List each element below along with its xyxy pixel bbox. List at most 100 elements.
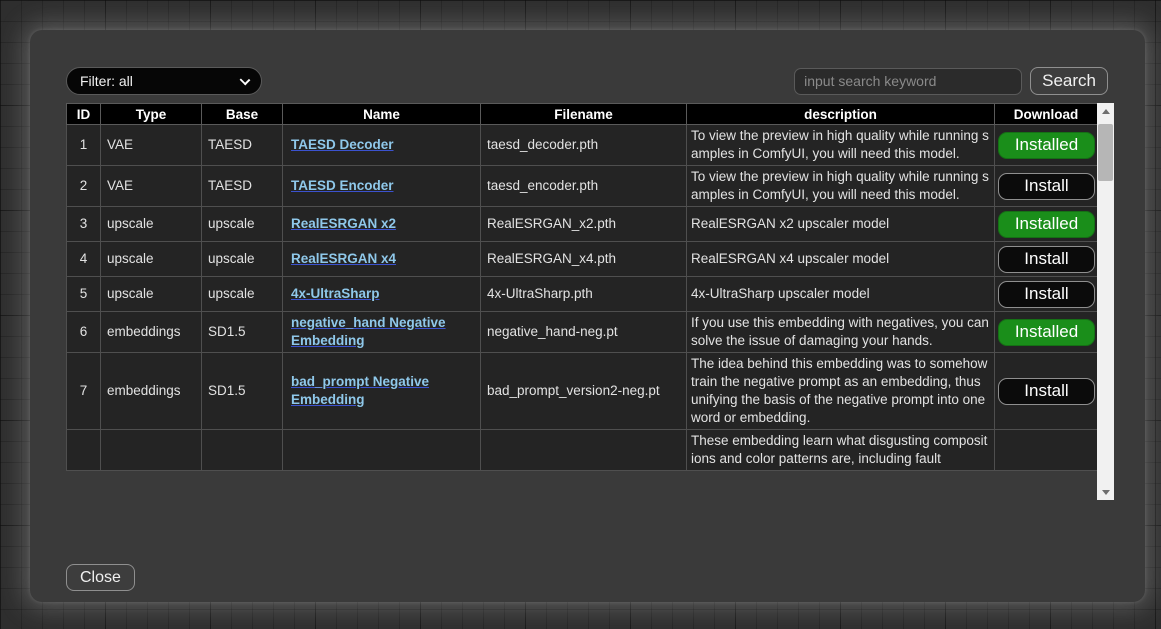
install-button[interactable]: Install [998,378,1095,405]
cell-type [101,430,202,471]
cell-desc: To view the preview in high quality whil… [687,166,995,207]
table-row: 6embeddingsSD1.5negative_hand Negative E… [67,312,1098,353]
cell-name: TAESD Encoder [283,166,481,207]
cell-id: 3 [67,207,101,242]
model-name-link[interactable]: RealESRGAN x4 [291,251,396,266]
column-header-filename: Filename [481,104,687,125]
search-group: Search [794,67,1108,95]
scrollbar-track[interactable] [1097,119,1114,484]
models-table: IDTypeBaseNameFilenamedescriptionDownloa… [66,103,1098,471]
cell-download: Install [995,353,1098,430]
installed-button[interactable]: Installed [998,132,1095,159]
scroll-up-icon[interactable] [1097,103,1114,119]
table-row: 4upscaleupscaleRealESRGAN x4RealESRGAN_x… [67,242,1098,277]
cell-desc: To view the preview in high quality whil… [687,125,995,166]
model-name-link[interactable]: bad_prompt Negative Embedding [291,374,429,407]
cell-filename: RealESRGAN_x4.pth [481,242,687,277]
canvas-background: { "dialog": { "filter": { "selected_labe… [0,0,1161,629]
cell-type: VAE [101,125,202,166]
cell-filename: taesd_decoder.pth [481,125,687,166]
scroll-down-icon[interactable] [1097,484,1114,500]
table-wrap: IDTypeBaseNameFilenamedescriptionDownloa… [66,103,1114,500]
cell-desc: RealESRGAN x4 upscaler model [687,242,995,277]
header-row: IDTypeBaseNameFilenamedescriptionDownloa… [67,104,1098,125]
cell-desc: RealESRGAN x2 upscaler model [687,207,995,242]
cell-id: 2 [67,166,101,207]
model-manager-dialog: Filter: all Search IDTypeBaseNameFilenam… [30,30,1145,602]
cell-base: upscale [202,277,283,312]
table-row: 2VAETAESD TAESD Encoder taesd_encoder.pthT… [67,166,1098,207]
cell-base: TAESD [202,166,283,207]
table-row: 3upscaleupscaleRealESRGAN x2RealESRGAN_x… [67,207,1098,242]
scrollbar-thumb[interactable] [1098,124,1113,181]
cell-download: Installed [995,207,1098,242]
search-button[interactable]: Search [1030,67,1108,95]
cell-desc: If you use this embedding with negatives… [687,312,995,353]
cell-filename: taesd_encoder.pth [481,166,687,207]
cell-name: TAESD Decoder [283,125,481,166]
model-name-link[interactable]: TAESD Encoder [291,178,394,193]
cell-name: RealESRGAN x4 [283,242,481,277]
column-header-id: ID [67,104,101,125]
cell-base: TAESD [202,125,283,166]
toolbar: Filter: all Search [66,67,1108,95]
column-header-type: Type [101,104,202,125]
model-name-link[interactable]: 4x-UltraSharp [291,286,380,301]
cell-type: upscale [101,277,202,312]
cell-type: upscale [101,242,202,277]
installed-button[interactable]: Installed [998,211,1095,238]
cell-desc: 4x-UltraSharp upscaler model [687,277,995,312]
cell-download: Install [995,242,1098,277]
installed-button[interactable]: Installed [998,319,1095,346]
model-name-link[interactable]: RealESRGAN x2 [291,216,396,231]
cell-base [202,430,283,471]
search-input[interactable] [794,68,1022,95]
filter-select-wrap: Filter: all [66,67,262,95]
cell-type: upscale [101,207,202,242]
cell-id: 1 [67,125,101,166]
filter-select[interactable]: Filter: all [66,67,262,95]
cell-filename: bad_prompt_version2-neg.pt [481,353,687,430]
cell-base: SD1.5 [202,353,283,430]
cell-filename: RealESRGAN_x2.pth [481,207,687,242]
cell-filename [481,430,687,471]
cell-base: upscale [202,242,283,277]
cell-base: SD1.5 [202,312,283,353]
cell-id: 7 [67,353,101,430]
install-button[interactable]: Install [998,281,1095,308]
cell-id: 5 [67,277,101,312]
cell-name: negative_hand Negative Embedding [283,312,481,353]
model-name-link[interactable]: TAESD Decoder [291,137,394,152]
cell-download: Installed [995,312,1098,353]
cell-filename: 4x-UltraSharp.pth [481,277,687,312]
cell-download: Installed [995,125,1098,166]
install-button[interactable]: Install [998,173,1095,200]
install-button[interactable]: Install [998,246,1095,273]
dialog-footer: Close [66,564,1145,591]
cell-filename: negative_hand-neg.pt [481,312,687,353]
model-name-link[interactable]: negative_hand Negative Embedding [291,315,446,348]
column-header-base: Base [202,104,283,125]
table-row: 5upscaleupscale4x-UltraSharp4x-UltraShar… [67,277,1098,312]
column-header-download: Download [995,104,1098,125]
cell-type: embeddings [101,353,202,430]
cell-name: RealESRGAN x2 [283,207,481,242]
cell-download: Install [995,166,1098,207]
cell-download: Install [995,277,1098,312]
cell-type: embeddings [101,312,202,353]
cell-base: upscale [202,207,283,242]
table-row: 1VAETAESD TAESD Decoder taesd_decoder.pthT… [67,125,1098,166]
close-button[interactable]: Close [66,564,135,591]
table-row: 7embeddingsSD1.5bad_prompt Negative Embe… [67,353,1098,430]
cell-id [67,430,101,471]
column-header-description: description [687,104,995,125]
cell-desc: The idea behind this embedding was to so… [687,353,995,430]
cell-desc: These embedding learn what disgusting co… [687,430,995,471]
cell-name: 4x-UltraSharp [283,277,481,312]
table-scrollbar[interactable] [1097,103,1114,500]
cell-name: bad_prompt Negative Embedding [283,353,481,430]
cell-type: VAE [101,166,202,207]
cell-download [995,430,1098,471]
cell-id: 6 [67,312,101,353]
table-row: These embedding learn what disgusting co… [67,430,1098,471]
